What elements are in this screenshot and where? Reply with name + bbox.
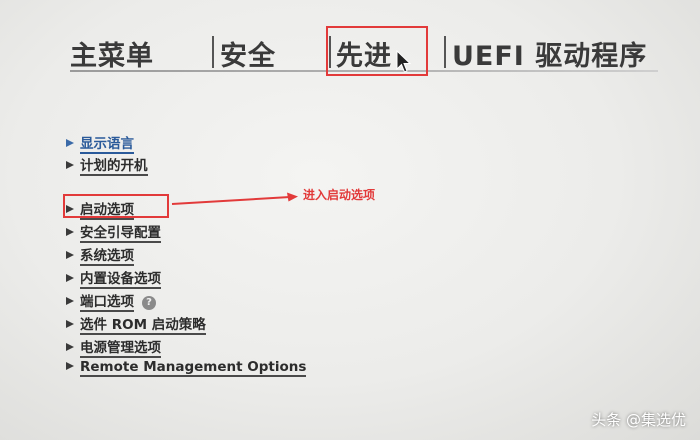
menu-item-display-language[interactable]: 显示语言 (66, 132, 134, 154)
menu-item-secure-boot-config[interactable]: 安全引导配置 (66, 221, 161, 243)
menu-item-system-options[interactable]: 系统选项 (66, 244, 134, 266)
arrow-right-icon (66, 139, 74, 147)
boot-options-highlight-box (63, 194, 169, 218)
arrow-right-icon (66, 297, 74, 305)
tab-security[interactable]: 安全 (220, 34, 276, 73)
arrow-right-icon (66, 161, 74, 169)
arrow-right-icon (66, 362, 74, 370)
active-tab-highlight-box (326, 26, 428, 76)
tab-main-menu[interactable]: 主菜单 (70, 34, 154, 73)
menu-item-remote-management-options[interactable]: Remote Management Options (66, 359, 307, 377)
watermark: 头条 @集选优 (591, 411, 686, 429)
arrow-right-icon (66, 251, 74, 259)
menu-item-scheduled-power-on[interactable]: 计划的开机 (66, 154, 148, 176)
tab-separator (212, 36, 214, 68)
tab-separator (444, 36, 446, 68)
help-icon[interactable]: ? (142, 296, 156, 310)
arrow-right-icon (66, 228, 74, 236)
arrow-right-icon (66, 343, 74, 351)
menu-item-power-management-options[interactable]: 电源管理选项 (66, 336, 161, 358)
menu-item-port-options[interactable]: 端口选项? (66, 290, 156, 312)
arrow-right-icon (66, 274, 74, 282)
annotation-label: 进入启动选项 (303, 188, 376, 202)
menu-item-option-rom-launch-policy[interactable]: 选件 ROM 启动策略 (66, 313, 206, 335)
annotation-arrow-icon (171, 192, 298, 205)
menu-item-built-in-device-options[interactable]: 内置设备选项 (66, 267, 161, 289)
tab-uefi-drivers[interactable]: UEFI 驱动程序 (452, 34, 647, 73)
arrow-right-icon (66, 320, 74, 328)
mouse-cursor-icon (396, 50, 412, 73)
